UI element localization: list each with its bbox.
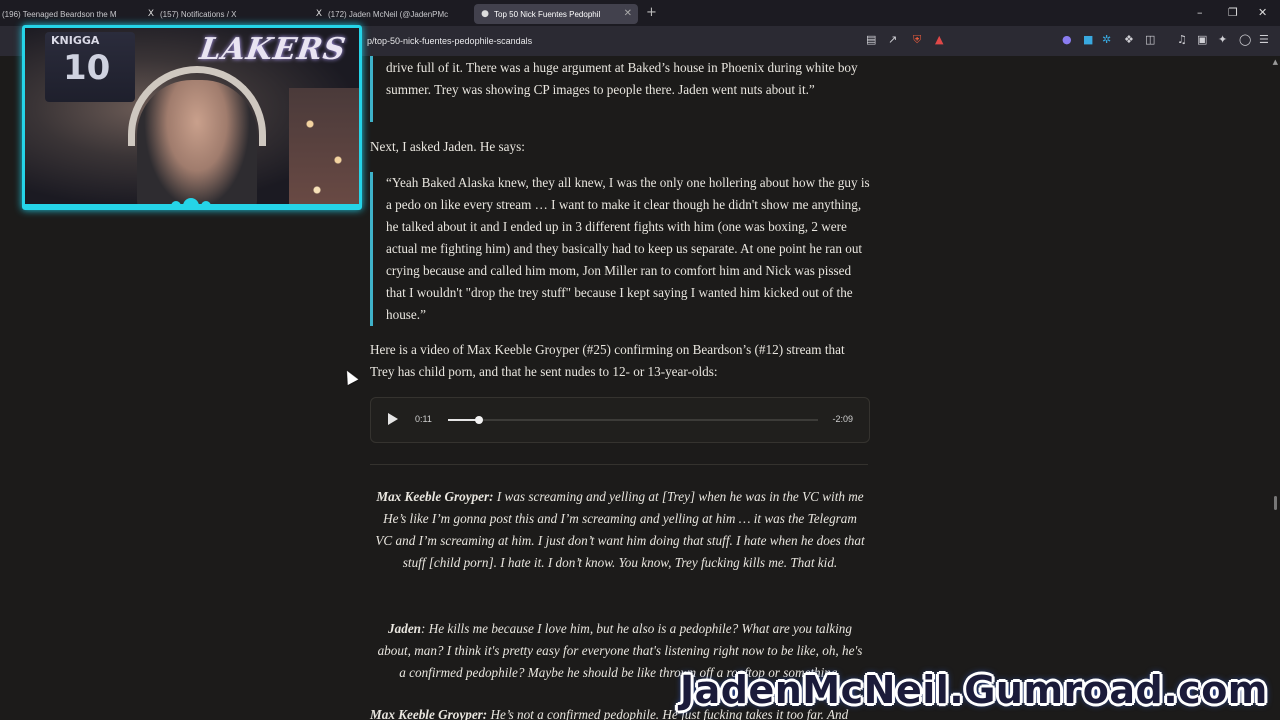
jersey-image: KNIGGA 10 [45,32,135,102]
wallet-icon[interactable]: ▣ [1197,33,1207,46]
jersey-number: 10 [63,48,111,88]
headset-image [128,66,266,146]
blockquote-continued: drive full of it. There was a huge argum… [370,56,870,122]
webcam-overlay: KNIGGA 10 LAKERS [22,25,362,210]
divider [370,464,868,465]
media-icon[interactable]: ♫ [1177,33,1187,46]
speaker-name: Max Keeble Groyper: [370,707,488,720]
scroll-thumb[interactable] [1274,496,1277,510]
blockquote-text: “Yeah Baked Alaska knew, they all knew, … [386,175,870,322]
lakers-banner: LAKERS [197,32,349,67]
tab-title: (196) Teenaged Beardson the M [2,9,117,19]
restore-icon[interactable]: ❐ [1228,6,1238,19]
leo-icon[interactable]: ✦ [1218,33,1227,46]
webcam-frame-dot [201,201,211,207]
extensions-puzzle-icon[interactable]: ❖ [1124,33,1134,46]
jersey-name: KNIGGA [51,34,100,47]
site-favicon-icon: ● [481,9,489,19]
menu-icon[interactable]: ☰ [1259,33,1269,46]
christmas-tree-image [289,88,359,207]
close-tab-icon[interactable]: ✕ [624,8,632,19]
close-window-icon[interactable]: ✕ [1258,6,1267,19]
webcam-frame-dot [183,198,199,207]
extension-icon[interactable]: ● [1062,33,1072,46]
article-paragraph: drive full of it. There was a huge argum… [386,60,858,97]
share-icon[interactable]: ↗ [888,33,897,46]
audio-player: 0:11 -2:09 [370,397,870,443]
extension-icon[interactable]: ■ [1083,33,1093,46]
tab-title: Top 50 Nick Fuentes Pedophil [494,9,601,19]
x-logo-icon: X [315,9,323,19]
speaker-name: Max Keeble Groyper: [376,489,494,504]
tab-jaden-mcneil[interactable]: X (172) Jaden McNeil (@JadenPMc [314,4,464,24]
new-tab-button[interactable]: + [646,5,657,20]
speaker-name: Jaden [388,621,422,636]
minimize-icon[interactable]: – [1197,6,1203,19]
audio-seek-bar[interactable] [448,416,818,424]
tab-strip: (196) Teenaged Beardson the M X (157) No… [0,0,1280,26]
blockquote-jaden: “Yeah Baked Alaska knew, they all knew, … [370,172,870,326]
gumroad-watermark: JadenMcNeil.Gumroad.com [680,668,1268,712]
extension-icon[interactable]: ✲ [1102,33,1111,46]
article-paragraph: Here is a video of Max Keeble Groyper (#… [370,342,845,379]
audio-remaining-time: -2:09 [832,414,853,424]
scroll-up-icon[interactable]: ▲ [1273,58,1278,66]
audio-seek-handle[interactable] [475,416,484,424]
article-paragraph: Next, I asked Jaden. He says: [370,139,525,154]
reader-view-icon[interactable]: ▤ [866,33,876,46]
tab-beardson[interactable]: (196) Teenaged Beardson the M [2,4,140,24]
x-logo-icon: X [147,9,155,19]
tab-top-50-article[interactable]: ● Top 50 Nick Fuentes Pedophil ✕ [474,4,638,24]
audio-current-time: 0:11 [415,414,432,424]
scrollbar[interactable]: ▲ [1270,56,1280,720]
transcript-quote: Max Keeble Groyper: I was screaming and … [374,486,866,574]
play-icon[interactable] [388,413,398,425]
sidebar-icon[interactable]: ◫ [1145,33,1155,46]
webcam-frame-dot [171,201,181,207]
tab-title: (157) Notifications / X [160,9,237,19]
rewards-icon[interactable]: ▲ [935,33,943,46]
url-bar[interactable]: p/top-50-nick-fuentes-pedophile-scandals [367,36,532,46]
vpn-icon[interactable]: ◯ [1239,33,1251,46]
tab-title: (172) Jaden McNeil (@JadenPMc [328,9,449,19]
tab-notifications[interactable]: X (157) Notifications / X [146,4,306,24]
brave-shield-icon[interactable]: ⛨ [913,33,921,47]
